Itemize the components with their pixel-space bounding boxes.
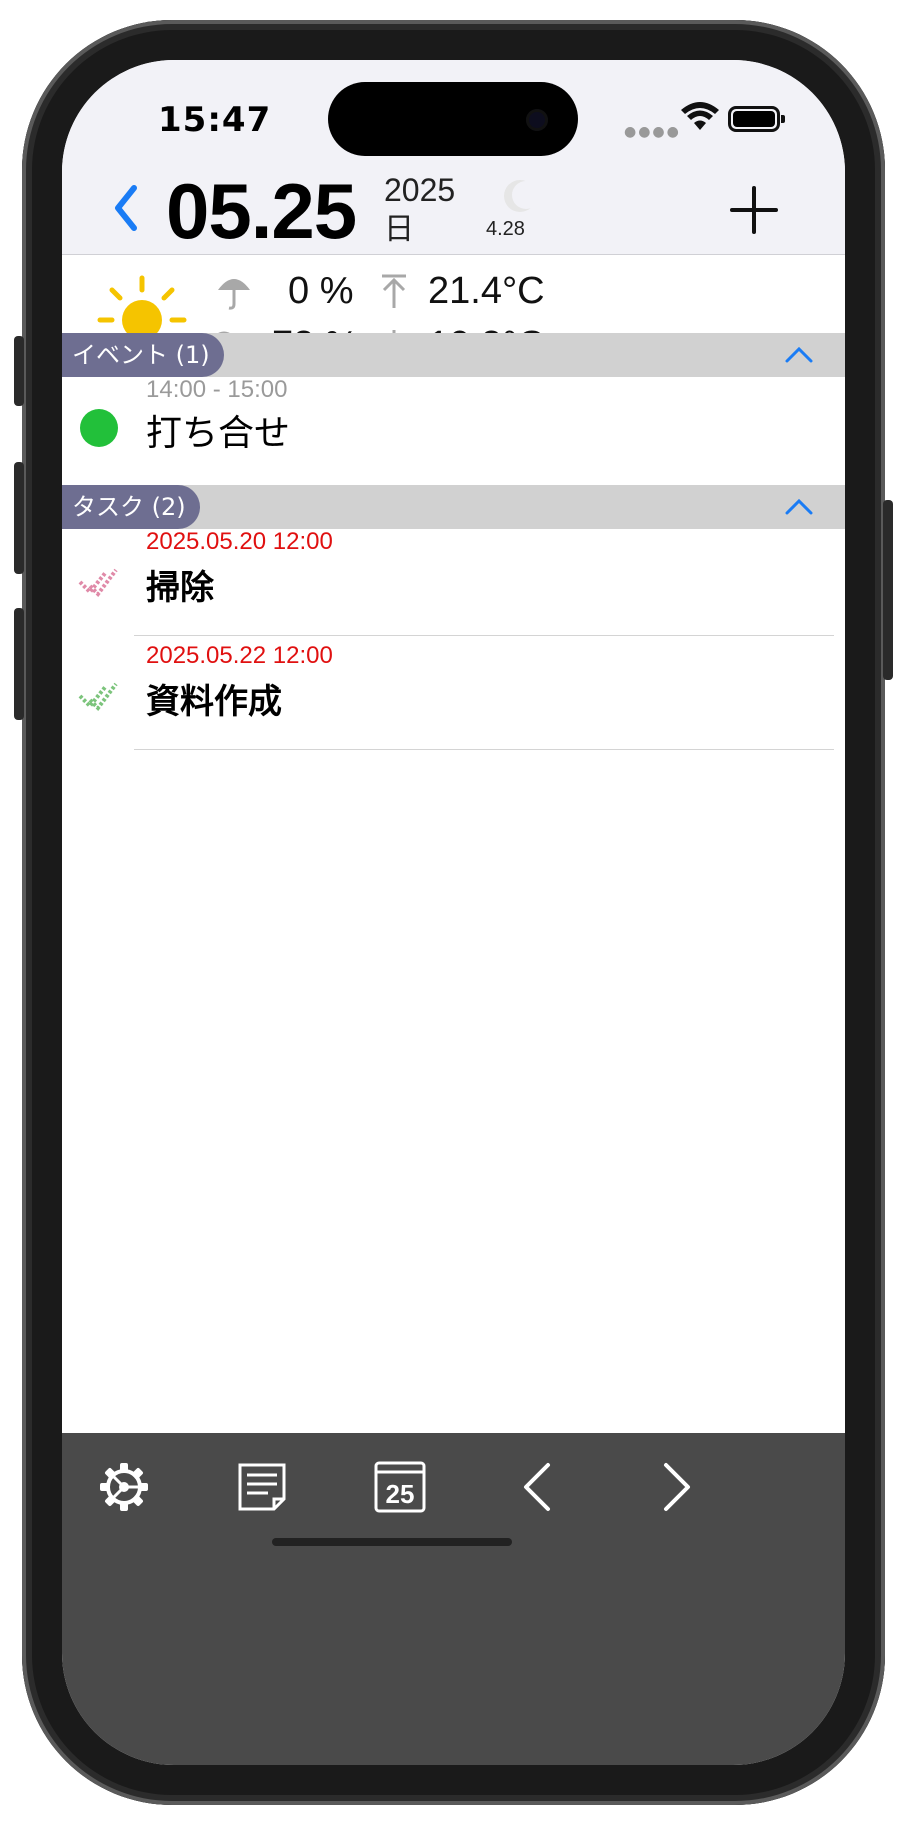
wifi-icon [681,102,719,130]
weekday-label: 日 [384,212,414,247]
calendar-day-number: 25 [386,1479,415,1509]
volume-up-button [14,462,24,574]
bottom-toolbar: 25 [62,1433,845,1765]
header-bar: 15:47 ●●●● 05.25 2025 日 4.28 [62,60,845,255]
collapse-events-chevron-icon[interactable] [783,343,815,367]
date-title[interactable]: 05.25 [166,166,357,257]
dynamic-island [328,82,578,156]
task-divider [134,749,834,750]
power-button [883,500,893,680]
action-button [14,336,24,406]
high-temp-value: 21.4°C [428,270,545,312]
tasks-section-header[interactable]: タスク (2) [62,485,845,529]
task-divider [134,635,834,636]
moon-phase-icon [504,180,538,212]
screen: 15:47 ●●●● 05.25 2025 日 4.28 0 % 21.4°C … [62,60,845,1765]
precipitation-value: 0 % [288,270,354,312]
chevron-right-icon[interactable] [646,1457,706,1517]
events-section-label: イベント (1) [62,333,224,377]
task-due-date: 2025.05.20 12:00 [146,528,333,555]
task-title: 掃除 [146,568,214,608]
volume-down-button [14,608,24,720]
event-time: 14:00 - 15:00 [146,376,288,403]
camera-icon [526,109,548,131]
memo-icon[interactable] [232,1457,292,1517]
tasks-section-label: タスク (2) [62,485,200,529]
umbrella-icon [218,279,250,310]
event-title: 打ち合せ [146,413,291,454]
battery-icon [728,106,785,132]
cellular-signal-icon: ●●●● [624,124,681,140]
calendar-today-icon[interactable]: 25 [370,1457,430,1517]
high-temp-icon [382,274,406,308]
task-check-icon[interactable] [76,564,120,600]
home-indicator[interactable] [272,1538,512,1546]
gear-icon[interactable] [94,1457,154,1517]
moon-age-label: 4.28 [486,218,525,240]
back-chevron-icon[interactable] [110,182,142,234]
events-section-header[interactable]: イベント (1) [62,333,845,377]
status-time: 15:47 [158,100,272,140]
task-check-icon[interactable] [76,678,120,714]
chevron-left-icon[interactable] [508,1457,568,1517]
add-button[interactable] [728,184,780,236]
collapse-tasks-chevron-icon[interactable] [783,495,815,519]
event-color-dot [80,409,118,447]
task-due-date: 2025.05.22 12:00 [146,642,333,669]
task-title: 資料作成 [146,682,282,722]
